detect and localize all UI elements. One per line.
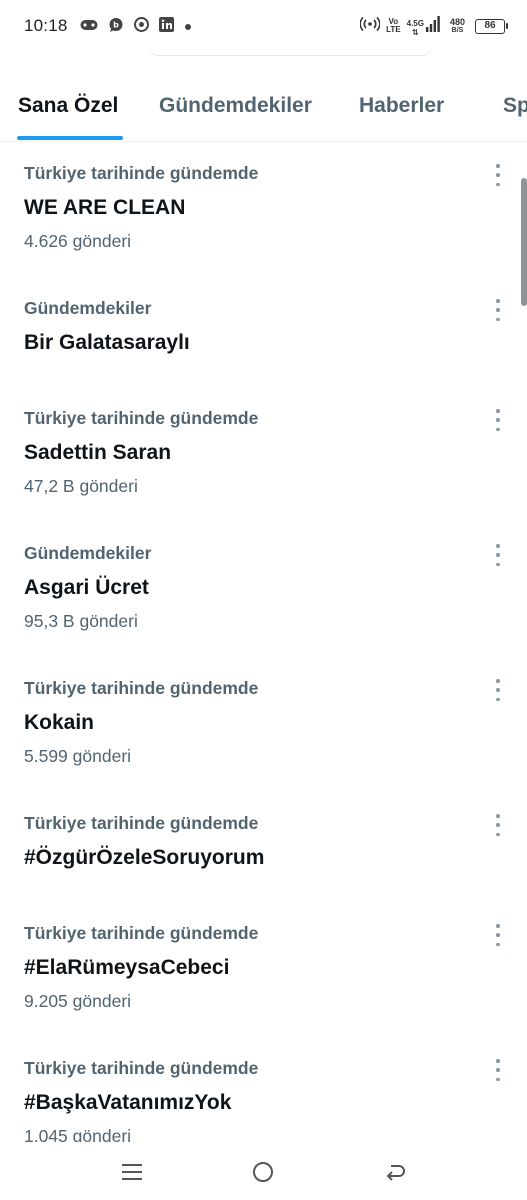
trend-context: Türkiye tarihinde gündemde	[24, 408, 259, 428]
scrollbar-thumb[interactable]	[521, 178, 527, 306]
trend-post-count: 95,3 B gönderi	[24, 611, 138, 631]
network-speed: 480 B/S	[450, 17, 465, 35]
active-tab-indicator	[17, 136, 123, 140]
signal-bars-icon	[425, 15, 440, 37]
trend-title: Sadettin Saran	[24, 441, 172, 464]
chrome-icon	[134, 17, 149, 37]
trend-title: #ÖzgürÖzeleSoruyorum	[24, 846, 265, 869]
trend-item[interactable]: Türkiye tarihinde gündemde #ÖzgürÖzeleSo…	[0, 793, 527, 903]
trend-context: Gündemdekiler	[24, 543, 152, 563]
trend-title: WE ARE CLEAN	[24, 196, 186, 219]
tab-news[interactable]: Haberler	[359, 94, 444, 118]
volte-indicator: Vo LTE	[386, 18, 401, 34]
trend-item[interactable]: Gündemdekiler Bir Galatasaraylı	[0, 278, 527, 388]
trend-item[interactable]: Türkiye tarihinde gündemde Sadettin Sara…	[0, 388, 527, 523]
trend-context: Türkiye tarihinde gündemde	[24, 813, 259, 833]
dot-icon	[184, 18, 192, 36]
battery-icon: 86	[475, 18, 508, 34]
trend-post-count: 4.626 gönderi	[24, 231, 132, 251]
search-bar-edge	[148, 46, 432, 56]
speed-unit: B/S	[451, 27, 464, 34]
home-circle-icon[interactable]	[245, 1154, 281, 1190]
svg-text:b: b	[113, 20, 119, 29]
data-arrows-icon: ⇅	[411, 27, 419, 37]
more-options-icon[interactable]	[493, 299, 503, 321]
notification-icons: b	[80, 17, 192, 37]
linkedin-icon	[159, 17, 174, 37]
hotspot-icon	[359, 16, 381, 37]
tab-sports[interactable]: Spor	[503, 94, 527, 118]
trend-context: Türkiye tarihinde gündemde	[24, 678, 259, 698]
trend-post-count: 47,2 B gönderi	[24, 476, 138, 496]
more-options-icon[interactable]	[493, 409, 503, 431]
tab-for-you[interactable]: Sana Özel	[18, 94, 118, 118]
speed-value: 480	[449, 17, 465, 27]
trend-title: #ElaRümeysaCebeci	[24, 956, 230, 979]
trend-item[interactable]: Türkiye tarihinde gündemde #BaşkaVatanım…	[0, 1038, 527, 1143]
trend-item[interactable]: Türkiye tarihinde gündemde Kokain 5.599 …	[0, 658, 527, 793]
more-options-icon[interactable]	[493, 814, 503, 836]
trend-context: Türkiye tarihinde gündemde	[24, 163, 259, 183]
system-nav-bar	[0, 1142, 527, 1200]
more-options-icon[interactable]	[493, 1059, 503, 1081]
more-options-icon[interactable]	[493, 679, 503, 701]
tab-trending[interactable]: Gündemdekiler	[159, 94, 312, 118]
trend-context: Türkiye tarihinde gündemde	[24, 923, 259, 943]
more-options-icon[interactable]	[493, 544, 503, 566]
more-options-icon[interactable]	[493, 924, 503, 946]
volte-lte: LTE	[386, 25, 401, 34]
trend-post-count: 9.205 gönderi	[24, 991, 132, 1011]
trend-context: Türkiye tarihinde gündemde	[24, 1058, 259, 1078]
trend-title: Asgari Ücret	[24, 576, 149, 599]
chat-bubble-icon: b	[108, 17, 124, 38]
explore-tab-bar: Sana Özel Gündemdekiler Haberler Spor	[0, 78, 527, 142]
trend-title: Bir Galatasaraylı	[24, 331, 190, 354]
more-options-icon[interactable]	[493, 164, 503, 186]
trend-context: Gündemdekiler	[24, 298, 152, 318]
trend-title: #BaşkaVatanımızYok	[24, 1091, 232, 1114]
back-icon[interactable]	[377, 1154, 413, 1190]
trend-item[interactable]: Türkiye tarihinde gündemde WE ARE CLEAN …	[0, 143, 527, 278]
status-indicators: Vo LTE 4.5G ⇅ 480 B/S 86	[359, 14, 508, 38]
trend-post-count: 5.599 gönderi	[24, 746, 132, 766]
network-type: 4.5G	[406, 18, 424, 28]
gamepad-icon	[80, 18, 98, 36]
menu-icon[interactable]	[114, 1154, 150, 1190]
trend-item[interactable]: Türkiye tarihinde gündemde #ElaRümeysaCe…	[0, 903, 527, 1038]
trend-list: Türkiye tarihinde gündemde WE ARE CLEAN …	[0, 143, 527, 1143]
mobile-signal: 4.5G ⇅	[406, 15, 440, 37]
battery-level: 86	[484, 19, 496, 31]
status-time: 10:18	[24, 16, 68, 35]
trend-title: Kokain	[24, 711, 95, 734]
trend-post-count: 1.045 gönderi	[24, 1126, 132, 1143]
status-bar: 10:18 b Vo LTE 4.5G ⇅ 480 B/S 86	[0, 0, 527, 56]
trend-item[interactable]: Gündemdekiler Asgari Ücret 95,3 B gönder…	[0, 523, 527, 658]
